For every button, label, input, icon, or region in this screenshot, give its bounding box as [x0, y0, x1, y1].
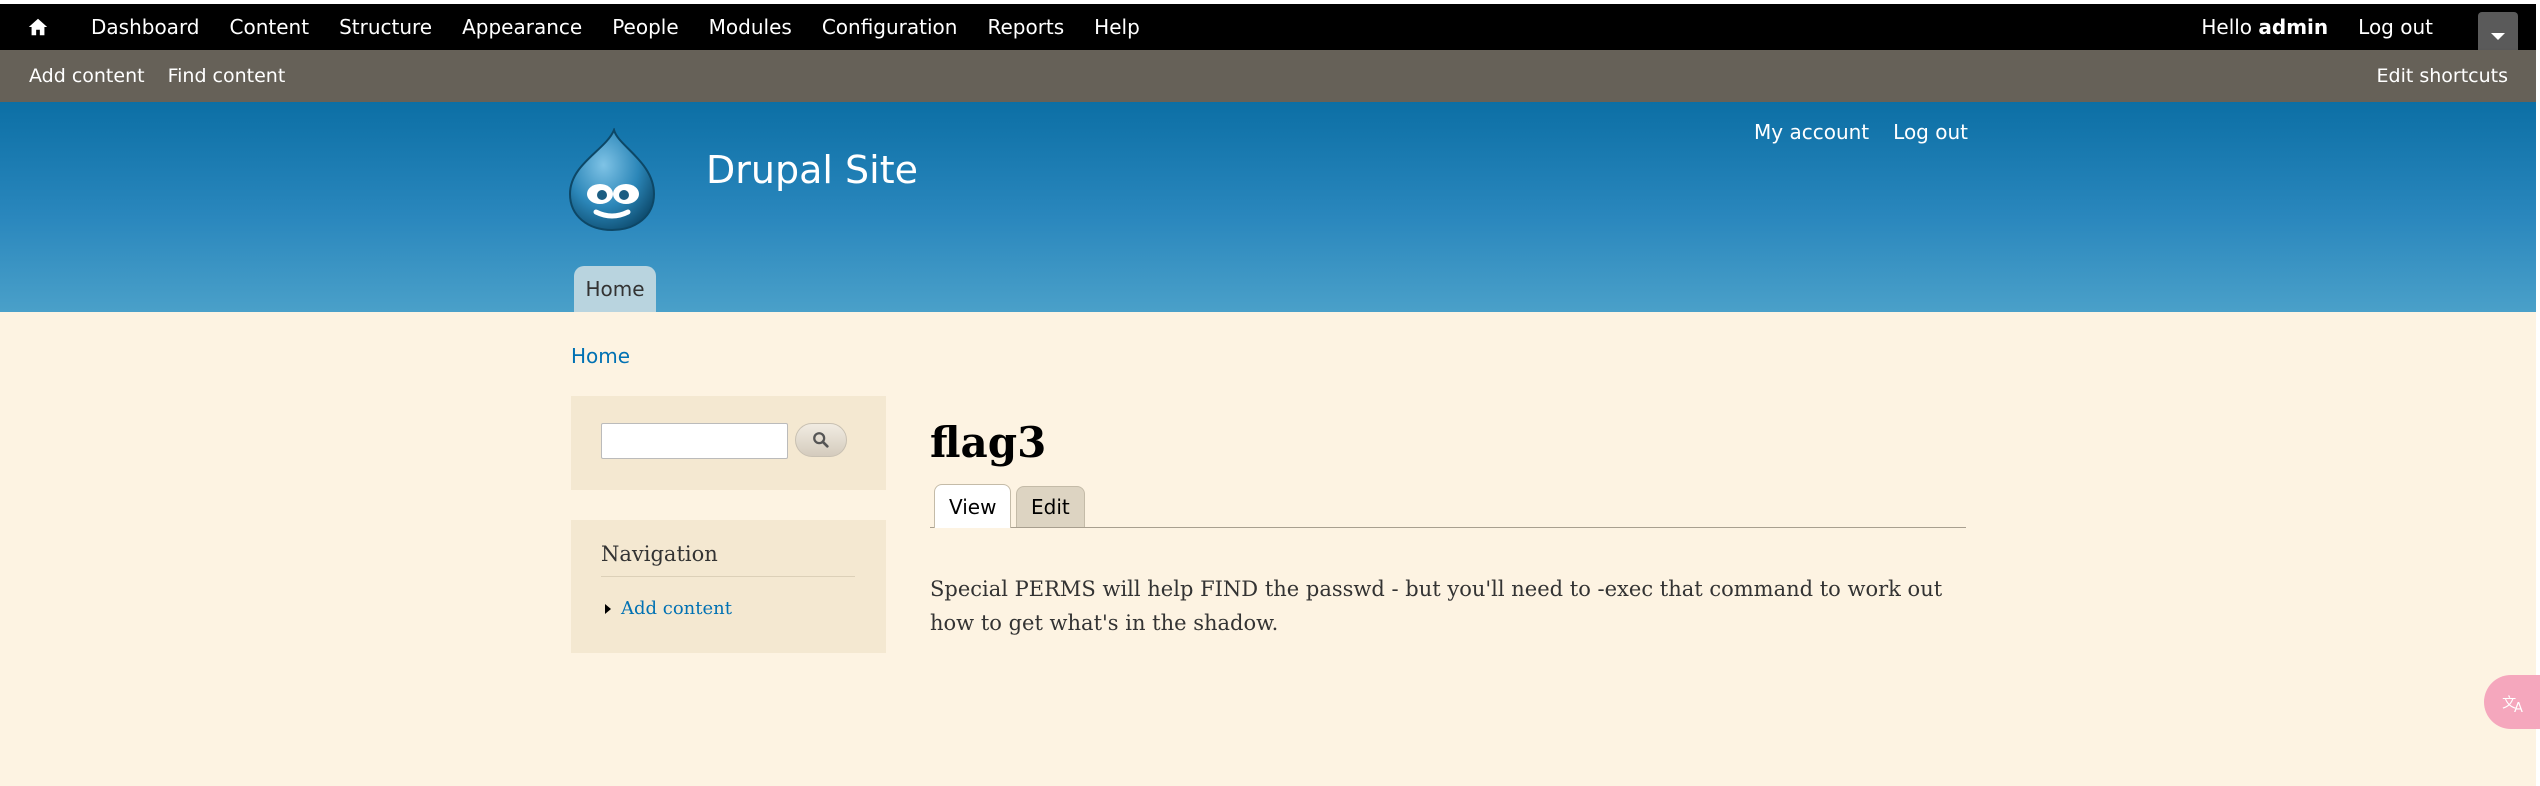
navigation-title: Navigation [601, 542, 855, 577]
toolbar-help[interactable]: Help [1079, 4, 1155, 50]
svg-text:A: A [2514, 701, 2523, 715]
triangle-bullet-icon [605, 603, 611, 614]
shortcuts-toggle-button[interactable] [2478, 12, 2518, 50]
toolbar-logout[interactable]: Log out [2343, 4, 2448, 50]
search-block [571, 396, 886, 490]
translate-icon[interactable]: 文 A [2484, 675, 2540, 729]
secondary-menu: My account Log out [1754, 120, 1968, 144]
edit-shortcuts-link[interactable]: Edit shortcuts [2377, 65, 2537, 87]
my-account-link[interactable]: My account [1754, 120, 1869, 144]
home-icon[interactable] [0, 4, 76, 50]
toolbar-modules[interactable]: Modules [694, 4, 807, 50]
nav-item-label[interactable]: Add content [621, 598, 732, 619]
tab-edit[interactable]: Edit [1016, 486, 1085, 527]
greeting-prefix: Hello [2201, 15, 2253, 39]
toolbar-dashboard[interactable]: Dashboard [76, 4, 215, 50]
site-name[interactable]: Drupal Site [706, 148, 918, 192]
drupal-logo[interactable] [566, 128, 658, 232]
tab-view[interactable]: View [934, 484, 1012, 528]
toolbar-structure[interactable]: Structure [324, 4, 447, 50]
toolbar-people[interactable]: People [597, 4, 693, 50]
main-menu-home-tab[interactable]: Home [574, 266, 656, 312]
search-icon [813, 432, 829, 448]
navigation-block: Navigation Add content [571, 520, 886, 653]
node-tabs: View Edit [930, 484, 1966, 528]
window-edge [2536, 0, 2540, 786]
search-button[interactable] [795, 423, 847, 457]
shortcut-find-content[interactable]: Find content [145, 65, 286, 87]
toolbar-content[interactable]: Content [215, 4, 325, 50]
toolbar-appearance[interactable]: Appearance [447, 4, 597, 50]
greeting: Hello admin [2186, 15, 2343, 39]
username-link[interactable]: admin [2258, 15, 2328, 39]
shortcuts-bar: Add content Find content Edit shortcuts [0, 50, 2536, 102]
shortcut-add-content[interactable]: Add content [0, 65, 145, 87]
nav-item-add-content[interactable]: Add content [605, 598, 732, 619]
breadcrumb[interactable]: Home [571, 344, 630, 368]
admin-toolbar: Dashboard Content Structure Appearance P… [0, 4, 2536, 50]
toolbar-configuration[interactable]: Configuration [807, 4, 973, 50]
chevron-down-icon [2491, 33, 2505, 40]
logout-link[interactable]: Log out [1893, 120, 1968, 144]
page-title: flag3 [930, 418, 1047, 467]
site-header [0, 102, 2536, 312]
search-input[interactable] [601, 423, 788, 459]
node-body: Special PERMS will help FIND the passwd … [930, 577, 1943, 635]
toolbar-reports[interactable]: Reports [972, 4, 1079, 50]
